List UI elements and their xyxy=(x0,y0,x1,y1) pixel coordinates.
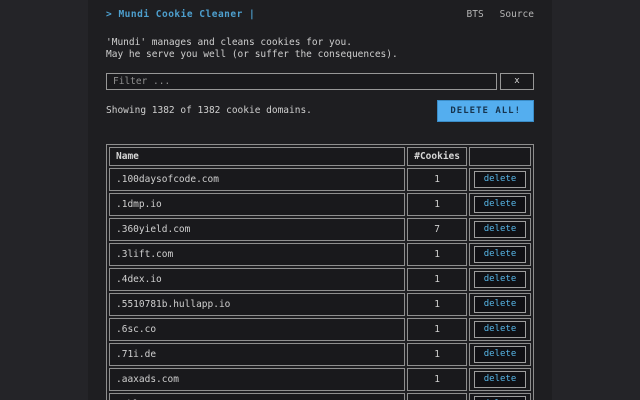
domain-cell: .6sc.co xyxy=(109,318,406,341)
header-bar: > Mundi Cookie Cleaner | BTS Source xyxy=(106,9,534,20)
table-row: .3lift.com 1 delete xyxy=(109,243,531,266)
delete-cell: delete xyxy=(469,168,531,191)
domain-cell: .100daysofcode.com xyxy=(109,168,406,191)
table-row: .4dex.io 1 delete xyxy=(109,268,531,291)
cookie-count-cell: 1 xyxy=(407,243,467,266)
delete-cell: delete xyxy=(469,218,531,241)
nav-link-source[interactable]: Source xyxy=(500,9,534,20)
delete-button[interactable]: delete xyxy=(474,221,526,238)
column-header-cookies: #Cookies xyxy=(407,147,467,166)
delete-button[interactable]: delete xyxy=(474,346,526,363)
intro-line-1: 'Mundi' manages and cleans cookies for y… xyxy=(106,37,352,48)
delete-cell: delete xyxy=(469,318,531,341)
nav-link-bts[interactable]: BTS xyxy=(467,9,484,20)
table-header-row: Name #Cookies xyxy=(109,147,531,166)
domain-cell: .3lift.com xyxy=(109,243,406,266)
domain-cell: .1dmp.io xyxy=(109,193,406,216)
delete-cell: delete xyxy=(469,293,531,316)
delete-button[interactable]: delete xyxy=(474,246,526,263)
delete-cell: delete xyxy=(469,368,531,391)
table-row: .ably.com 7 delete xyxy=(109,393,531,400)
filter-row: x xyxy=(106,73,534,90)
app-title: > Mundi Cookie Cleaner | xyxy=(106,9,256,20)
delete-button[interactable]: delete xyxy=(474,321,526,338)
domain-cell: .ably.com xyxy=(109,393,406,400)
table-row: .100daysofcode.com 1 delete xyxy=(109,168,531,191)
delete-button[interactable]: delete xyxy=(474,371,526,388)
filter-input[interactable] xyxy=(106,73,497,90)
delete-cell: delete xyxy=(469,393,531,400)
clear-filter-button[interactable]: x xyxy=(500,73,534,90)
extension-popup: > Mundi Cookie Cleaner | BTS Source 'Mun… xyxy=(88,0,552,400)
cookie-count-cell: 1 xyxy=(407,193,467,216)
column-header-action xyxy=(469,147,531,166)
delete-cell: delete xyxy=(469,193,531,216)
intro-text: 'Mundi' manages and cleans cookies for y… xyxy=(106,37,534,61)
cookie-count-cell: 1 xyxy=(407,268,467,291)
status-row: Showing 1382 of 1382 cookie domains. DEL… xyxy=(106,100,534,122)
status-text: Showing 1382 of 1382 cookie domains. xyxy=(106,105,312,116)
cookie-table-head: Name #Cookies xyxy=(109,147,531,166)
cookie-count-cell: 1 xyxy=(407,293,467,316)
domain-cell: .aaxads.com xyxy=(109,368,406,391)
nav-links: BTS Source xyxy=(467,9,535,20)
domain-cell: .5510781b.hullapp.io xyxy=(109,293,406,316)
intro-line-2: May he serve you well (or suffer the con… xyxy=(106,49,398,60)
delete-button[interactable]: delete xyxy=(474,296,526,313)
domain-cell: .360yield.com xyxy=(109,218,406,241)
cookie-count-cell: 1 xyxy=(407,343,467,366)
column-header-name: Name xyxy=(109,147,406,166)
cookie-count-cell: 7 xyxy=(407,393,467,400)
cookie-table: Name #Cookies .100daysofcode.com 1 delet… xyxy=(106,144,534,400)
delete-button[interactable]: delete xyxy=(474,196,526,213)
delete-cell: delete xyxy=(469,268,531,291)
domain-cell: .71i.de xyxy=(109,343,406,366)
table-row: .71i.de 1 delete xyxy=(109,343,531,366)
cookie-count-cell: 1 xyxy=(407,168,467,191)
delete-cell: delete xyxy=(469,243,531,266)
domain-cell: .4dex.io xyxy=(109,268,406,291)
delete-button[interactable]: delete xyxy=(474,271,526,288)
cookie-count-cell: 1 xyxy=(407,368,467,391)
table-row: .aaxads.com 1 delete xyxy=(109,368,531,391)
table-row: .5510781b.hullapp.io 1 delete xyxy=(109,293,531,316)
table-row: .6sc.co 1 delete xyxy=(109,318,531,341)
cookie-count-cell: 7 xyxy=(407,218,467,241)
delete-button[interactable]: delete xyxy=(474,396,526,400)
delete-cell: delete xyxy=(469,343,531,366)
cookie-table-body: .100daysofcode.com 1 delete .1dmp.io 1 d… xyxy=(109,168,531,400)
cookie-count-cell: 1 xyxy=(407,318,467,341)
table-row: .360yield.com 7 delete xyxy=(109,218,531,241)
delete-button[interactable]: delete xyxy=(474,171,526,188)
delete-all-button[interactable]: DELETE ALL! xyxy=(437,100,534,122)
table-row: .1dmp.io 1 delete xyxy=(109,193,531,216)
